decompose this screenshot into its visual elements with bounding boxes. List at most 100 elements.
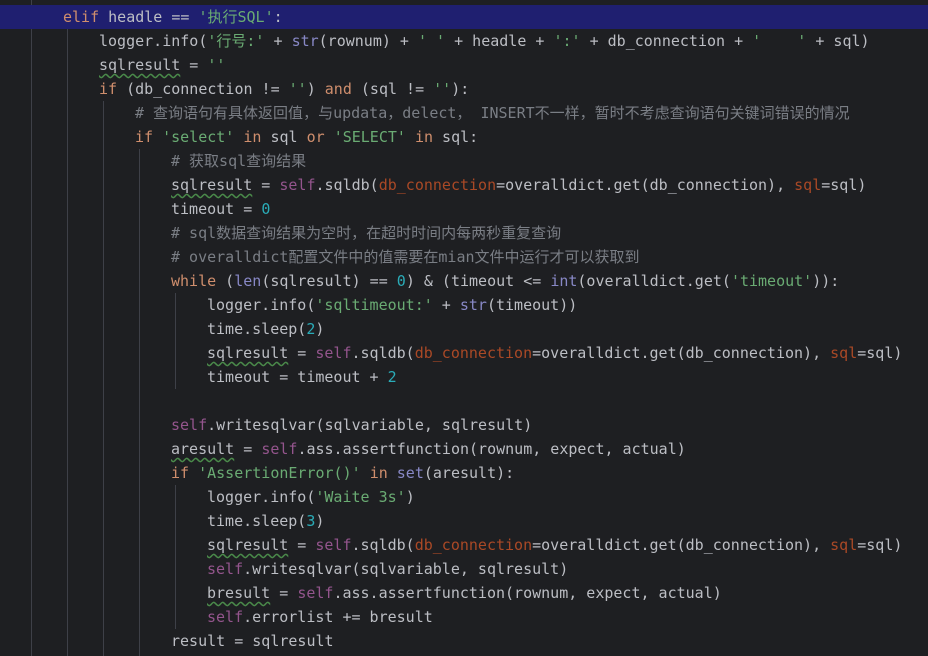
- code-line[interactable]: if (db_connection != '') and (sql != '')…: [0, 77, 928, 101]
- code-token: ':': [553, 32, 581, 50]
- code-token: =overalldict.get(db_connection),: [532, 344, 831, 362]
- code-token: =sql): [821, 176, 867, 194]
- code-line[interactable]: if 'AssertionError()' in set(aresult):: [0, 461, 928, 485]
- code-line[interactable]: result = sqlresult: [0, 629, 928, 653]
- code-line[interactable]: sqlresult = '': [0, 53, 928, 77]
- code-line[interactable]: # overalldict配置文件中的值需要在mian文件中运行才可以获取到: [0, 245, 928, 269]
- code-token: (timeout)): [486, 296, 578, 314]
- code-token: + sql): [806, 32, 870, 50]
- code-token: + headle +: [445, 32, 554, 50]
- code-token: 0: [396, 272, 406, 290]
- code-token: str: [291, 32, 319, 50]
- code-token: self: [261, 440, 298, 458]
- code-token: (rownum) +: [318, 32, 418, 50]
- code-token: set: [396, 464, 424, 482]
- code-token: self: [279, 176, 316, 194]
- code-token: =sql): [857, 536, 903, 554]
- code-token: )):: [812, 272, 840, 290]
- code-token: 'Waite 3s': [315, 488, 406, 506]
- code-token: .ass.assertfunction(rownum, expect, actu…: [297, 440, 686, 458]
- code-token: (overalldict.get(: [577, 272, 731, 290]
- code-token: 'AssertionError()': [198, 464, 361, 482]
- code-editor[interactable]: elif headle == '执行SQL': logger.info('行号:'…: [0, 0, 928, 656]
- code-token: +: [264, 32, 292, 50]
- code-token: 'sqltimeout:': [315, 296, 433, 314]
- code-token: 'SELECT': [333, 128, 406, 146]
- code-line[interactable]: logger.info('Waite 3s'): [0, 485, 928, 509]
- code-line[interactable]: aresult = self.ass.assertfunction(rownum…: [0, 437, 928, 461]
- code-token: .sqldb(: [351, 344, 415, 362]
- code-token: 'select': [162, 128, 235, 146]
- code-token: db_connection: [378, 176, 497, 194]
- code-token: (sqlresult) ==: [261, 272, 397, 290]
- code-token: (sql !=: [351, 80, 434, 98]
- code-token: db_connection: [414, 344, 533, 362]
- code-token: self: [207, 608, 244, 626]
- code-token: in: [243, 128, 262, 146]
- code-token: in: [414, 128, 434, 146]
- code-token: ): [405, 488, 415, 506]
- code-line[interactable]: self.writesqlvar(sqlvariable, sqlresult): [0, 557, 928, 581]
- code-line[interactable]: time.sleep(3): [0, 509, 928, 533]
- code-token: len: [234, 272, 262, 290]
- code-line[interactable]: # sql数据查询结果为空时，在超时时间内每两秒重复查询: [0, 221, 928, 245]
- code-line[interactable]: # 查询语句有具体返回值，与updata，delect， INSERT不一样，暂…: [0, 101, 928, 125]
- code-token: sqlresult: [99, 56, 181, 74]
- code-line[interactable]: sqlresult = self.sqldb(db_connection=ove…: [0, 341, 928, 365]
- code-token: # sql数据查询结果为空时，在超时时间内每两秒重复查询: [171, 224, 562, 242]
- code-line[interactable]: logger.info('sqltimeout:' + str(timeout)…: [0, 293, 928, 317]
- code-token: self: [315, 536, 352, 554]
- code-token: '行号:': [207, 32, 265, 50]
- code-token: + db_connection +: [580, 32, 753, 50]
- code-token: .writesqlvar(sqlvariable, sqlresult): [207, 416, 533, 434]
- code-line[interactable]: while (len(sqlresult) == 0) & (timeout <…: [0, 269, 928, 293]
- code-token: logger.info(: [207, 296, 316, 314]
- code-line[interactable]: sqlresult = self.sqldb(db_connection=ove…: [0, 533, 928, 557]
- code-token: time.sleep(: [207, 320, 307, 338]
- code-token: =: [252, 176, 280, 194]
- code-token: sql: [830, 344, 858, 362]
- code-line[interactable]: time.sleep(2): [0, 317, 928, 341]
- current-code-line[interactable]: elif headle == '执行SQL':: [0, 5, 928, 29]
- code-token: timeout = timeout +: [207, 368, 388, 386]
- code-token: 2: [387, 368, 397, 386]
- code-line[interactable]: timeout = timeout + 2: [0, 365, 928, 389]
- code-token: =: [270, 584, 298, 602]
- code-token: # overalldict配置文件中的值需要在mian文件中运行才可以获取到: [171, 248, 640, 266]
- code-token: ):: [451, 80, 470, 98]
- code-token: and: [324, 80, 352, 98]
- code-token: '执行SQL': [198, 8, 274, 26]
- code-token: .sqldb(: [315, 176, 379, 194]
- code-token: =sql): [857, 344, 903, 362]
- code-token: 'timeout': [730, 272, 813, 290]
- code-token: =: [288, 536, 316, 554]
- code-token: or: [306, 128, 325, 146]
- code-line[interactable]: self.writesqlvar(sqlvariable, sqlresult): [0, 413, 928, 437]
- code-line[interactable]: [0, 389, 928, 413]
- code-token: =overalldict.get(db_connection),: [496, 176, 795, 194]
- code-token: sql: [261, 128, 307, 146]
- code-token: sql: [794, 176, 822, 194]
- code-token: int: [550, 272, 578, 290]
- code-token: sql: [830, 536, 858, 554]
- code-token: if: [135, 128, 154, 146]
- code-token: timeout =: [171, 200, 262, 218]
- code-token: db_connection: [414, 536, 533, 554]
- code-token: =: [180, 56, 208, 74]
- code-token: +: [432, 296, 460, 314]
- code-line[interactable]: self.errorlist += bresult: [0, 605, 928, 629]
- code-line[interactable]: logger.info('行号:' + str(rownum) + ' ' + …: [0, 29, 928, 53]
- code-line[interactable]: bresult = self.ass.assertfunction(rownum…: [0, 581, 928, 605]
- code-line[interactable]: timeout = 0: [0, 197, 928, 221]
- code-token: bresult: [207, 584, 271, 602]
- code-line[interactable]: sqlresult = self.sqldb(db_connection=ove…: [0, 173, 928, 197]
- code-token: # 获取sql查询结果: [171, 152, 307, 170]
- code-line[interactable]: if 'select' in sql or 'SELECT' in sql:: [0, 125, 928, 149]
- code-token: sqlresult: [207, 344, 289, 362]
- code-line[interactable]: # 获取sql查询结果: [0, 149, 928, 173]
- code-token: ): [306, 80, 325, 98]
- code-token: sqlresult: [207, 536, 289, 554]
